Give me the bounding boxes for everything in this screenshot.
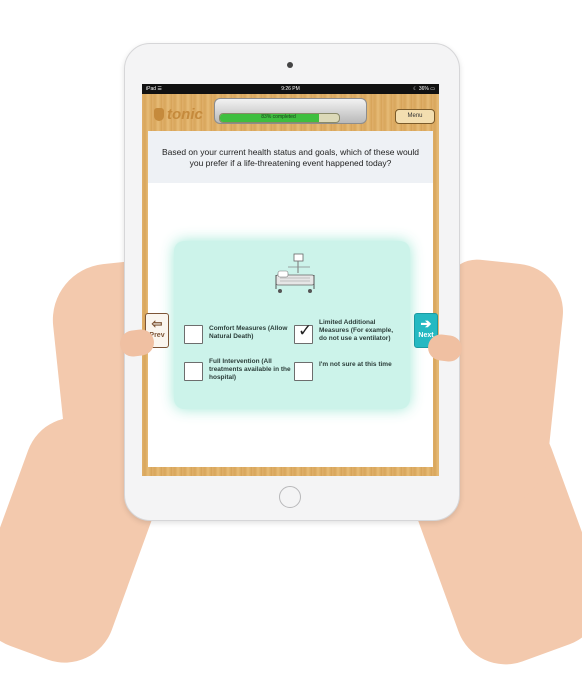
- checkbox-full-intervention[interactable]: [184, 362, 203, 381]
- app-logo: tonic: [154, 106, 203, 123]
- question-sheet: Based on your current health status and …: [148, 131, 433, 467]
- checkbox-limited-measures[interactable]: ✓: [294, 321, 313, 344]
- arrow-left-icon: ⇦: [151, 316, 163, 331]
- arrow-right-icon: ➔: [420, 316, 432, 331]
- question-text: Based on your current health status and …: [161, 147, 420, 168]
- logo-text: tonic: [167, 106, 203, 123]
- tonic-logo-icon: [154, 108, 164, 121]
- status-bar: iPad ☰ 9:26 PM ☾ 36% ▭: [142, 84, 439, 94]
- answer-card: Comfort Measures (Allow Natural Death) ✓…: [174, 241, 410, 409]
- option-label: Limited Additional Measures (For example…: [319, 319, 394, 342]
- battery-indicator: ☾ 36% ▭: [413, 86, 435, 92]
- clock: 9:26 PM: [281, 86, 300, 92]
- checkmark-icon: ✓: [298, 321, 313, 340]
- option-label: Comfort Measures (Allow Natural Death): [209, 325, 288, 340]
- camera-icon: [287, 62, 293, 68]
- checkbox-not-sure[interactable]: [294, 362, 313, 381]
- tablet-screen: iPad ☰ 9:26 PM ☾ 36% ▭ tonic 83% complet…: [142, 84, 439, 476]
- option-label: Full Intervention (All treatments availa…: [209, 358, 291, 381]
- home-button[interactable]: [279, 486, 301, 508]
- progress-label: 83% completed: [261, 114, 296, 120]
- hospital-bed-icon: [275, 253, 315, 293]
- menu-button[interactable]: Menu: [395, 109, 435, 124]
- checkbox-comfort-measures[interactable]: [184, 325, 203, 344]
- option-label: I'm not sure at this time: [319, 361, 392, 368]
